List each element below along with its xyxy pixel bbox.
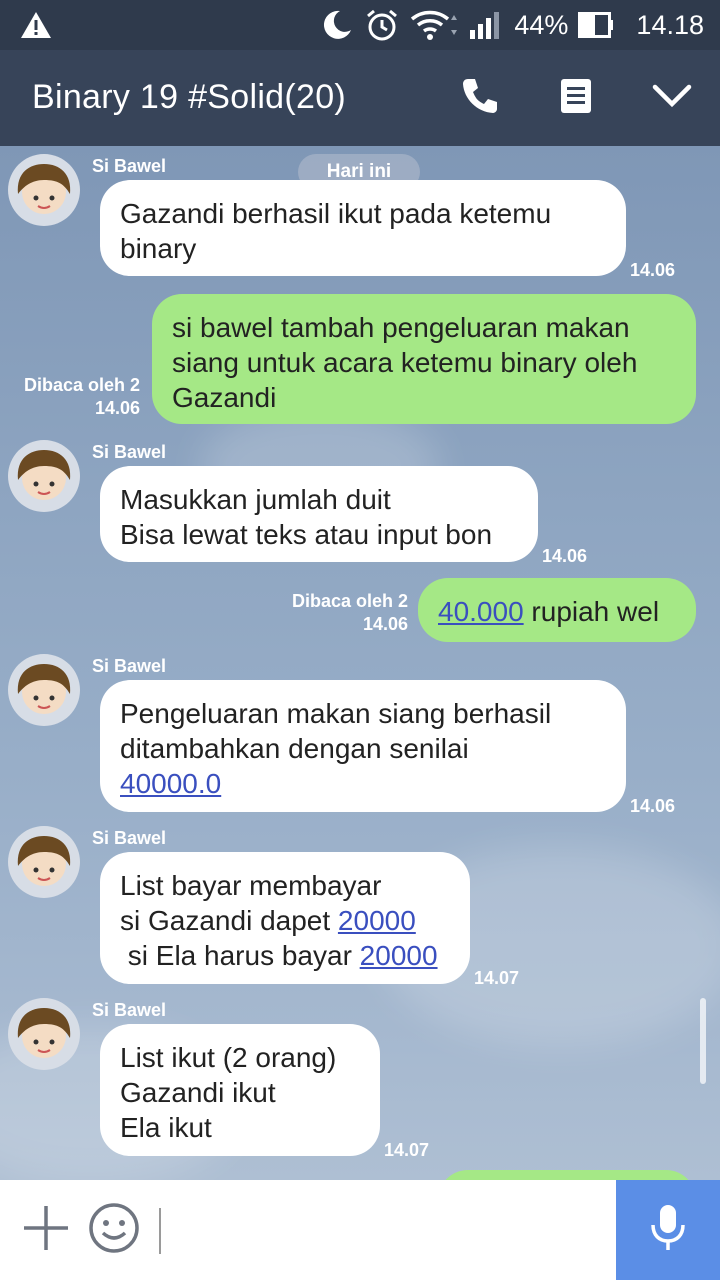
message-input-bar bbox=[0, 1180, 720, 1280]
message-text: 40000.0 bbox=[120, 766, 606, 801]
message-text: 40.000 rupiah wel bbox=[438, 594, 676, 629]
signal-icon bbox=[468, 10, 504, 40]
amount-link[interactable]: 20000 bbox=[338, 905, 416, 936]
chevron-down-icon bbox=[652, 83, 692, 114]
message-text: Gazandi ikut bbox=[120, 1077, 276, 1108]
message-time: 14.06 bbox=[630, 796, 676, 816]
chat-messages-area[interactable]: Hari ini Si Bawel Gazandi berhasil ikut … bbox=[0, 146, 720, 1180]
message-text-part: si Gazandi dapet bbox=[120, 905, 338, 936]
avatar[interactable] bbox=[8, 154, 80, 226]
message-bubble-incoming[interactable]: Gazandi berhasil ikut pada ketemu binary bbox=[100, 180, 626, 276]
wifi-icon bbox=[410, 9, 458, 41]
message-text-part: si Ela harus bayar bbox=[120, 940, 360, 971]
message-text: si Ela harus bayar 20000 bbox=[120, 938, 450, 973]
alarm-icon bbox=[364, 7, 400, 43]
voice-message-button[interactable] bbox=[616, 1180, 720, 1280]
message-bubble-incoming[interactable]: List ikut (2 orang) Gazandi ikut Ela iku… bbox=[100, 1024, 380, 1156]
avatar[interactable] bbox=[8, 826, 80, 898]
sender-name: Si Bawel bbox=[92, 156, 167, 176]
message-bubble-incoming[interactable]: Masukkan jumlah duit Bisa lewat teks ata… bbox=[100, 466, 538, 562]
message-text: si Gazandi dapet 20000 bbox=[120, 903, 450, 938]
smiley-icon bbox=[88, 1202, 140, 1259]
message-bubble-incoming[interactable]: List bayar membayar si Gazandi dapet 200… bbox=[100, 852, 470, 984]
status-bar: 44% 14.18 bbox=[0, 0, 720, 50]
message-time: 14.06 bbox=[362, 614, 408, 634]
sender-name: Si Bawel bbox=[92, 442, 167, 462]
message-time: 14.07 bbox=[384, 1140, 430, 1160]
moon-icon bbox=[320, 8, 354, 42]
message-bubble-incoming[interactable]: Pengeluaran makan siang berhasil ditamba… bbox=[100, 680, 626, 812]
message-text: ditambahkan dengan senilai bbox=[120, 733, 469, 764]
chat-header: Binary 19 #Solid(20) bbox=[0, 50, 720, 146]
scrollbar[interactable] bbox=[700, 998, 706, 1084]
avatar[interactable] bbox=[8, 440, 80, 512]
message-text: List ikut (2 orang) bbox=[120, 1042, 337, 1073]
message-text: Ela ikut bbox=[120, 1112, 212, 1143]
phone-icon bbox=[460, 76, 500, 121]
message-time: 14.06 bbox=[630, 260, 676, 280]
sender-name: Si Bawel bbox=[92, 828, 167, 848]
message-text: Pengeluaran makan siang berhasil bbox=[120, 698, 552, 729]
message-bubble-outgoing[interactable]: 40.000 rupiah wel bbox=[418, 578, 696, 642]
notes-button[interactable] bbox=[548, 70, 604, 126]
message-time: 14.06 bbox=[94, 398, 140, 418]
read-label: Dibaca oleh 2 bbox=[23, 375, 140, 395]
message-text: Gazandi berhasil ikut pada ketemu bbox=[120, 198, 552, 229]
avatar[interactable] bbox=[8, 654, 80, 726]
call-button[interactable] bbox=[452, 70, 508, 126]
mic-icon bbox=[648, 1203, 688, 1258]
plus-icon bbox=[21, 1203, 71, 1258]
message-text: Gazandi bbox=[172, 382, 277, 413]
message-bubble-outgoing[interactable] bbox=[438, 1170, 696, 1180]
avatar[interactable] bbox=[8, 998, 80, 1070]
message-text: Masukkan jumlah duit bbox=[120, 484, 391, 515]
amount-link[interactable]: 20000 bbox=[360, 940, 438, 971]
read-receipt: Dibaca oleh 2 14.06 bbox=[276, 590, 408, 636]
message-text: binary bbox=[120, 233, 197, 264]
chat-title: Binary 19 #Solid(20) bbox=[32, 78, 347, 116]
message-text: siang untuk acara ketemu binary oleh bbox=[172, 347, 638, 378]
sender-name: Si Bawel bbox=[92, 1000, 167, 1020]
amount-link[interactable]: 40.000 bbox=[438, 596, 524, 627]
expand-menu-button[interactable] bbox=[644, 70, 700, 126]
battery-icon bbox=[578, 12, 614, 38]
message-input-field[interactable] bbox=[159, 1208, 161, 1254]
message-time: 14.06 bbox=[542, 546, 588, 566]
sender-name: Si Bawel bbox=[92, 656, 167, 676]
amount-link[interactable]: 40000.0 bbox=[120, 768, 221, 799]
message-text: si bawel tambah pengeluaran makan bbox=[172, 312, 630, 343]
read-label: Dibaca oleh 2 bbox=[291, 591, 408, 611]
notes-icon bbox=[560, 78, 592, 119]
warning-icon bbox=[20, 11, 52, 44]
message-text: List bayar membayar bbox=[120, 870, 382, 901]
read-receipt: Dibaca oleh 2 14.06 bbox=[12, 374, 140, 420]
message-bubble-outgoing[interactable]: si bawel tambah pengeluaran makan siang … bbox=[152, 294, 696, 424]
add-attachment-button[interactable] bbox=[18, 1202, 74, 1258]
message-text-part: rupiah wel bbox=[523, 596, 660, 627]
emoji-button[interactable] bbox=[86, 1202, 142, 1258]
clock: 14.18 bbox=[636, 9, 704, 40]
battery-percent: 44% bbox=[514, 9, 569, 40]
message-time: 14.07 bbox=[474, 968, 520, 988]
message-text: Bisa lewat teks atau input bon bbox=[120, 519, 493, 550]
